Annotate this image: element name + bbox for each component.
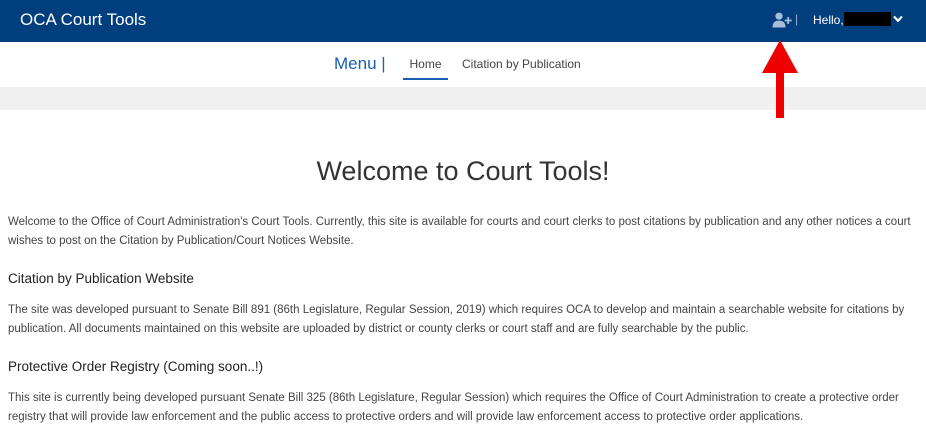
hello-label: Hello, (813, 13, 844, 27)
nav-item-home[interactable]: Home (403, 52, 448, 80)
section-heading-citation: Citation by Publication Website (8, 271, 194, 286)
section-heading-protective-order: Protective Order Registry (Coming soon..… (8, 359, 264, 374)
header-separator: | (795, 12, 799, 26)
intro-paragraph: Welcome to the Office of Court Administr… (8, 216, 911, 247)
red-arrow-annotation (762, 40, 798, 118)
menu-label: Menu | (334, 54, 386, 73)
top-navbar: OCA Court Tools | Hello, (0, 0, 926, 42)
page-title: Welcome to Court Tools! (316, 156, 610, 186)
redacted-username (844, 12, 891, 26)
chevron-down-icon[interactable] (893, 15, 903, 23)
brand-title[interactable]: OCA Court Tools (20, 10, 146, 30)
section-body-protective-order: This site is currently being developed p… (8, 392, 899, 423)
section-body-citation: The site was developed pursuant to Senat… (8, 304, 905, 335)
nav-item-citation-by-publication[interactable]: Citation by Publication (462, 52, 581, 78)
add-user-icon[interactable] (772, 12, 792, 28)
